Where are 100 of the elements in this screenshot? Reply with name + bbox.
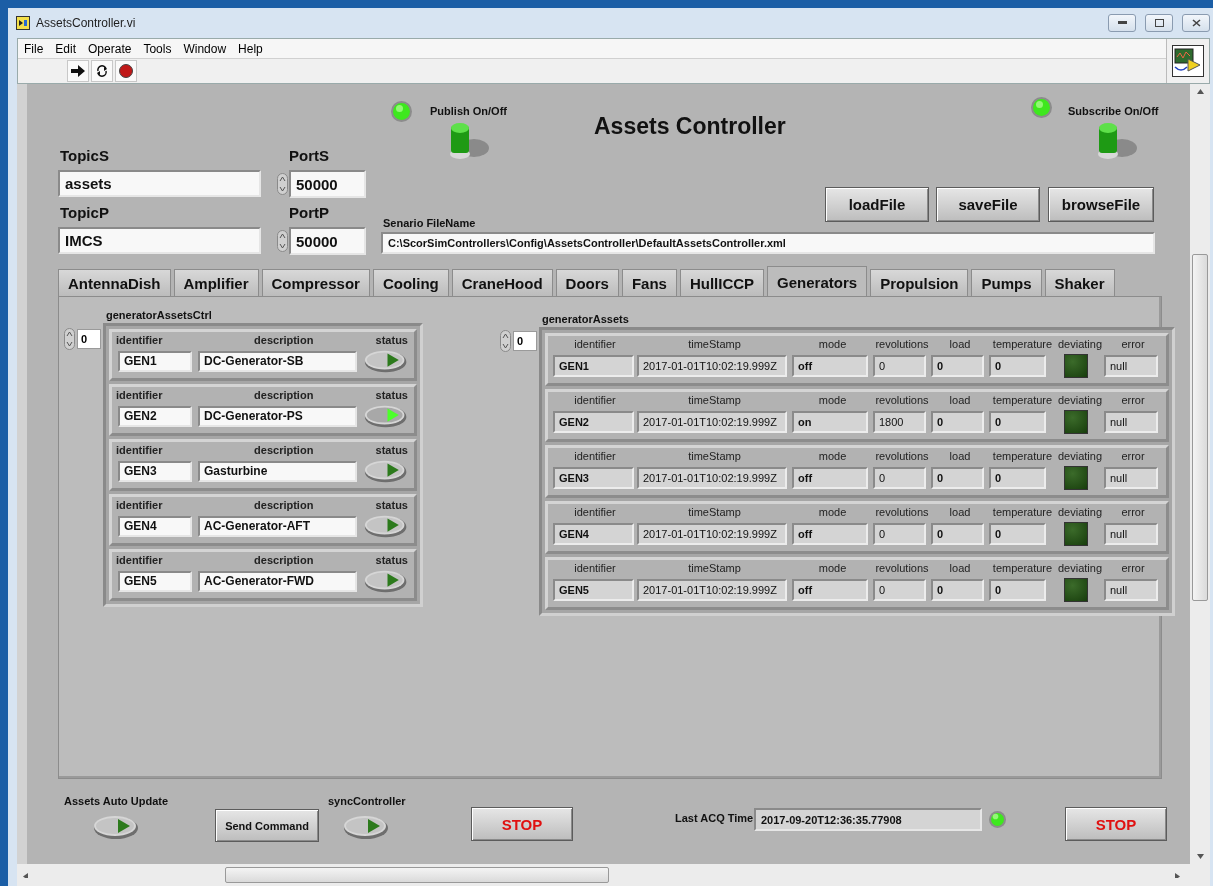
index-field[interactable]: 0 xyxy=(513,331,537,351)
tab[interactable]: Generators xyxy=(767,266,868,297)
scroll-right-arrow-icon[interactable] xyxy=(1175,872,1182,878)
description-field[interactable]: AC-Generator-AFT xyxy=(197,515,357,537)
load-field: 0 xyxy=(931,523,984,545)
column-label: timeStamp xyxy=(688,562,741,576)
tab[interactable]: Pumps xyxy=(971,269,1042,296)
column-label: identifier xyxy=(574,450,616,464)
column-label: identifier xyxy=(116,554,164,566)
scrollbar-thumb[interactable] xyxy=(1192,254,1208,601)
file-path-field[interactable]: C:\ScorSimControllers\Config\AssetsController\DefaultAssetsController.xml xyxy=(381,232,1155,254)
vi-icon xyxy=(1172,45,1204,77)
timestamp-field: 2017-01-01T10:02:19.999Z xyxy=(637,355,787,377)
menu-item[interactable]: Window xyxy=(177,41,233,56)
close-button[interactable] xyxy=(1182,14,1210,32)
toggle-switch[interactable] xyxy=(342,814,390,840)
tab[interactable]: HullICCP xyxy=(679,269,765,296)
identifier-field: GEN5 xyxy=(553,579,634,601)
abort-button[interactable] xyxy=(115,60,137,82)
index-field[interactable]: 0 xyxy=(77,329,101,349)
field-label: TopicS xyxy=(60,147,109,164)
temperature-field: 0 xyxy=(989,579,1046,601)
column-label: description xyxy=(253,334,315,346)
mode-field: off xyxy=(792,579,868,601)
identifier-field[interactable]: GEN1 xyxy=(118,350,192,372)
load-field: 0 xyxy=(931,411,984,433)
identifier-field[interactable]: GEN4 xyxy=(118,515,192,537)
tab[interactable]: Shaker xyxy=(1044,269,1115,296)
tab[interactable]: Doors xyxy=(555,269,619,296)
spinner-arrows-icon[interactable] xyxy=(277,173,288,195)
file-button[interactable]: saveFile xyxy=(936,187,1040,222)
column-label: deviating xyxy=(1057,338,1102,352)
file-button[interactable]: loadFile xyxy=(825,187,929,222)
text-field[interactable]: IMCS xyxy=(58,227,261,254)
menu-item[interactable]: Edit xyxy=(49,41,83,56)
error-field: null xyxy=(1104,355,1158,377)
tab[interactable]: Propulsion xyxy=(870,269,969,296)
column-label: deviating xyxy=(1057,394,1102,408)
toggle-switch[interactable] xyxy=(362,348,408,374)
menu-item[interactable]: File xyxy=(18,41,50,56)
tab[interactable]: AntennaDish xyxy=(58,269,171,296)
toggle-switch[interactable] xyxy=(92,814,140,840)
last-acq-time-field: 2017-09-20T12:36:35.77908 xyxy=(754,808,982,831)
number-field[interactable]: 50000 xyxy=(289,227,366,255)
file-button[interactable]: browseFile xyxy=(1048,187,1154,222)
toggle-switch[interactable] xyxy=(362,568,408,594)
column-label: temperature xyxy=(992,562,1053,576)
toggle-switch[interactable] xyxy=(362,513,408,539)
column-label: status xyxy=(375,444,408,456)
tab[interactable]: Fans xyxy=(621,269,677,296)
text-field[interactable]: assets xyxy=(58,170,261,197)
restore-icon xyxy=(1154,19,1164,27)
column-label: identifier xyxy=(116,444,164,456)
send-command-button[interactable]: Send Command xyxy=(215,809,319,842)
app-icon xyxy=(16,16,30,30)
identifier-field[interactable]: GEN5 xyxy=(118,570,192,592)
spinner-arrows-icon[interactable] xyxy=(64,328,75,350)
scrollbar-thumb[interactable] xyxy=(225,867,609,883)
spinner-arrows-icon[interactable] xyxy=(500,330,511,352)
menu-item[interactable]: Tools xyxy=(137,41,178,56)
menu-item[interactable]: Help xyxy=(232,41,269,56)
tab[interactable]: CraneHood xyxy=(451,269,553,296)
array-label: generatorAssets xyxy=(542,313,630,325)
scroll-left-arrow-icon[interactable] xyxy=(23,872,30,878)
tab[interactable]: Cooling xyxy=(372,269,449,296)
identifier-field: GEN2 xyxy=(553,411,634,433)
column-label: load xyxy=(949,338,971,352)
column-label: identifier xyxy=(574,562,616,576)
toggle-switch[interactable] xyxy=(362,403,408,429)
scroll-up-arrow-icon[interactable] xyxy=(1196,89,1204,94)
tab[interactable]: Amplifier xyxy=(173,269,259,296)
description-field[interactable]: DC-Generator-PS xyxy=(197,405,357,427)
run-button[interactable] xyxy=(67,60,89,82)
scroll-down-arrow-icon[interactable] xyxy=(1196,854,1204,859)
description-field[interactable]: Gasturbine xyxy=(197,460,357,482)
toggle-switch[interactable] xyxy=(362,458,408,484)
field-label: TopicP xyxy=(60,204,109,221)
spinner-arrows-icon[interactable] xyxy=(277,230,288,252)
revolutions-field: 0 xyxy=(873,355,926,377)
minimize-button[interactable] xyxy=(1108,14,1136,32)
temperature-field: 0 xyxy=(989,355,1046,377)
column-label: status xyxy=(375,554,408,566)
number-field[interactable]: 50000 xyxy=(289,170,366,198)
column-label: revolutions xyxy=(875,338,929,352)
column-label: identifier xyxy=(574,506,616,520)
error-field: null xyxy=(1104,411,1158,433)
subscribe-label: Subscribe On/Off xyxy=(1068,105,1159,117)
identifier-field[interactable]: GEN3 xyxy=(118,460,192,482)
menu-item[interactable]: Operate xyxy=(82,41,138,56)
identifier-field: GEN4 xyxy=(553,523,634,545)
description-field[interactable]: DC-Generator-SB xyxy=(197,350,357,372)
description-field[interactable]: AC-Generator-FWD xyxy=(197,570,357,592)
identifier-field[interactable]: GEN2 xyxy=(118,405,192,427)
run-continuously-button[interactable] xyxy=(91,60,113,82)
column-label: timeStamp xyxy=(688,506,741,520)
tab[interactable]: Compressor xyxy=(261,269,370,296)
column-label: deviating xyxy=(1057,562,1102,576)
column-label: mode xyxy=(818,338,847,352)
minimize-icon xyxy=(1117,21,1127,25)
maximize-button[interactable] xyxy=(1145,14,1173,32)
